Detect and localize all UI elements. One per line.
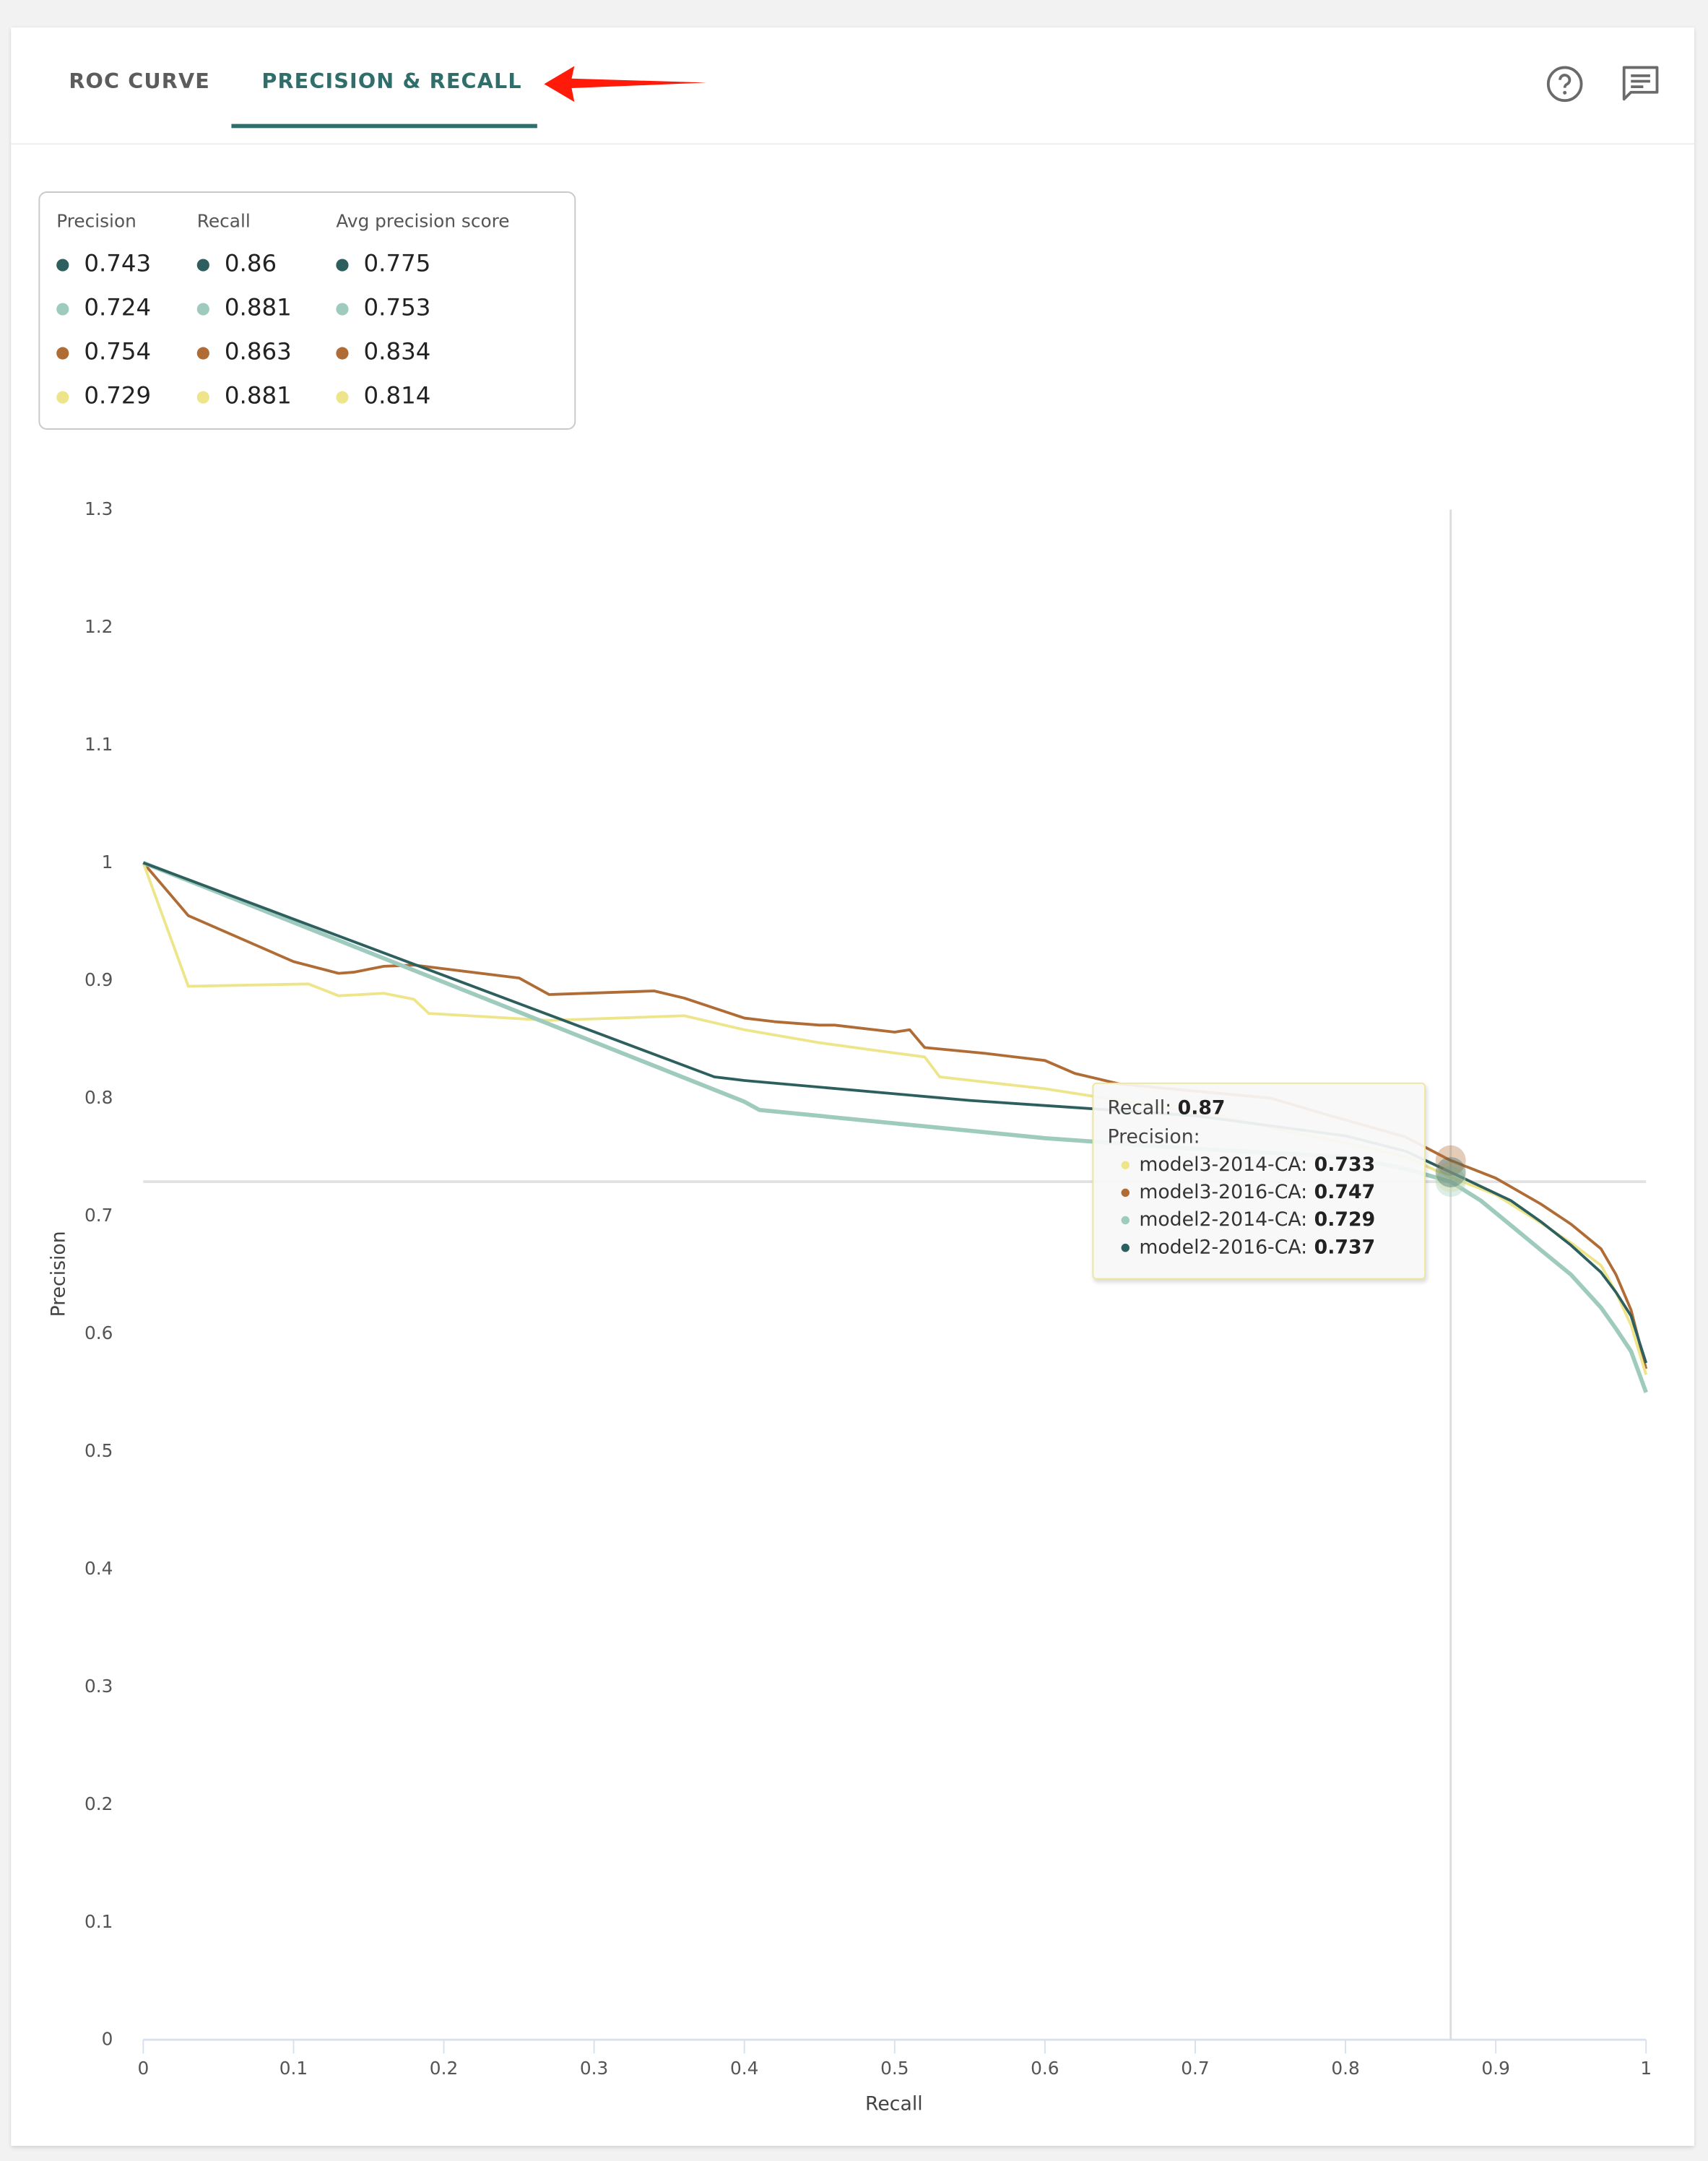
x-tick-label: 0.5	[880, 2058, 909, 2079]
tooltip-recall-label: Recall:	[1107, 1097, 1172, 1120]
tooltip-series-name: model3-2014-CA:	[1139, 1153, 1308, 1177]
x-axis: 0 0.1 0.2 0.3 0.4 0.5 0.6 0.7 0.8 0.9 1	[137, 2038, 1652, 2079]
hover-markers	[1435, 1145, 1466, 1198]
tooltip-series-value: 0.747	[1314, 1182, 1376, 1204]
y-tick-label: 0.9	[84, 969, 113, 990]
y-tick-label: 0.8	[84, 1087, 113, 1108]
tooltip-series-value: 0.733	[1314, 1153, 1376, 1177]
y-tick-label: 0.5	[84, 1440, 113, 1461]
y-axis: 0 0.1 0.2 0.3 0.4 0.5 0.6 0.7 0.8 0.9 1 1.1 1.2 1.3	[84, 498, 113, 2050]
x-tick-label: 0.8	[1331, 2058, 1359, 2079]
tooltip-recall: Recall: 0.87	[1107, 1098, 1225, 1120]
stage: ROC CURVE PRECISION & RECALL Precision 0…	[0, 0, 1708, 2161]
tooltip-series-name: model3-2016-CA:	[1139, 1182, 1308, 1204]
series-dot	[1121, 1243, 1130, 1252]
y-tick-label: 0.1	[84, 1911, 113, 1932]
y-tick-label: 0.6	[84, 1322, 113, 1343]
tooltip-series-name: model2-2016-CA:	[1139, 1237, 1308, 1259]
tooltip-item: model3-2014-CA: 0.733	[1121, 1153, 1376, 1177]
tooltip-series-name: model2-2014-CA:	[1139, 1209, 1308, 1231]
x-tick-label: 0.3	[580, 2058, 608, 2079]
tooltip-item: model2-2016-CA: 0.737	[1121, 1237, 1376, 1259]
x-tick-label: 0.4	[730, 2058, 758, 2079]
series-dot	[1121, 1161, 1130, 1169]
tooltip-series-value: 0.729	[1314, 1209, 1376, 1231]
x-tick-label: 0.6	[1031, 2058, 1059, 2079]
x-tick-label: 0.1	[279, 2058, 308, 2079]
tooltip-precision-label: Precision:	[1107, 1126, 1200, 1149]
y-tick-label: 0.4	[84, 1558, 113, 1579]
series-dot	[1121, 1216, 1130, 1225]
series-dot	[1121, 1188, 1130, 1198]
hover-tooltip: Recall: 0.87 Precision: model3-2014-CA: 0…	[1092, 1082, 1426, 1280]
x-tick-label: 0.2	[430, 2058, 458, 2079]
x-tick-label: 0.7	[1181, 2058, 1209, 2079]
tooltip-recall-value: 0.87	[1177, 1097, 1226, 1120]
y-axis-title: Precision	[48, 1231, 70, 1317]
x-tick-label: 0	[137, 2058, 149, 2079]
y-tick-label: 0	[102, 2029, 113, 2050]
precision-recall-chart[interactable]: 0 0.1 0.2 0.3 0.4 0.5 0.6 0.7 0.8 0.9 1 1.1 1.2 1.3 0…	[0, 0, 1708, 2161]
x-axis-title: Recall	[865, 2092, 923, 2115]
tooltip-item: model2-2014-CA: 0.729	[1121, 1209, 1376, 1231]
y-tick-label: 1.1	[84, 734, 113, 755]
x-tick-label: 1	[1640, 2058, 1652, 2079]
y-tick-label: 0.7	[84, 1205, 113, 1226]
y-tick-label: 1	[102, 852, 113, 872]
y-tick-label: 0.2	[84, 1793, 113, 1814]
hover-marker	[1435, 1157, 1466, 1188]
y-tick-label: 1.2	[84, 616, 113, 637]
x-tick-label: 0.9	[1481, 2058, 1509, 2079]
tooltip-series-value: 0.737	[1314, 1237, 1376, 1259]
tooltip-item: model3-2016-CA: 0.747	[1121, 1182, 1376, 1204]
y-tick-label: 1.3	[84, 498, 113, 519]
y-tick-label: 0.3	[84, 1676, 113, 1697]
